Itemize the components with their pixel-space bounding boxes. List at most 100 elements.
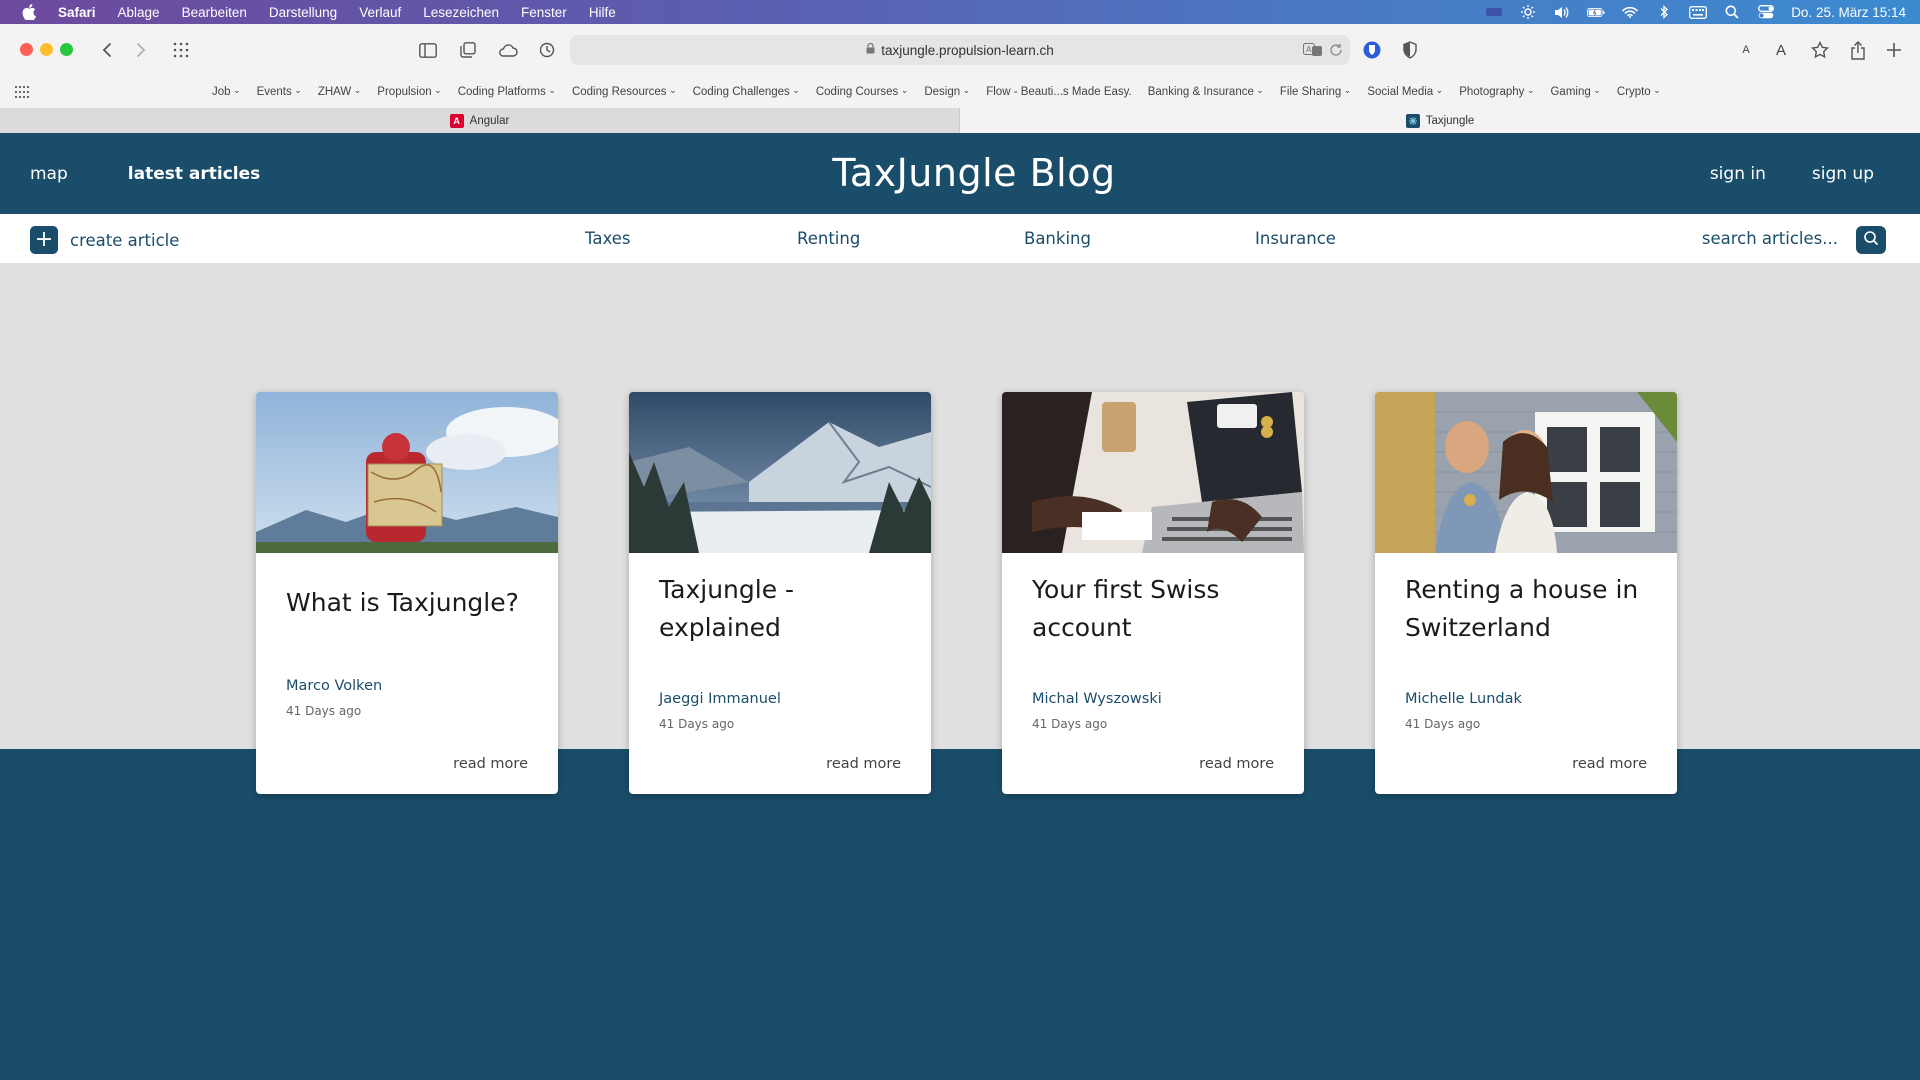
bookmark-star-icon[interactable] (1808, 38, 1832, 62)
category-insurance[interactable]: Insurance (1255, 214, 1336, 263)
category-taxes[interactable]: Taxes (585, 214, 630, 263)
bookmarks-bar: Job Events ZHAW Propulsion Coding Platfo… (0, 76, 1920, 108)
article-image-couple-house[interactable] (1375, 392, 1677, 553)
keyboard-icon[interactable] (1689, 5, 1708, 19)
search-icon[interactable] (1723, 5, 1741, 19)
sign-up-link[interactable]: sign up (1812, 164, 1874, 184)
article-author[interactable]: Marco Volken (286, 678, 382, 694)
bookmarks-grid-icon[interactable] (15, 86, 29, 98)
article-date: 41 Days ago (286, 704, 362, 718)
menubar-clock[interactable]: Do. 25. März 15:14 (1791, 5, 1906, 20)
bookmark-folder-job[interactable]: Job (212, 86, 241, 98)
tab-taxjungle[interactable]: Taxjungle (960, 108, 1920, 133)
category-banking[interactable]: Banking (1024, 214, 1091, 263)
tab-group-icon[interactable] (456, 38, 480, 62)
read-more-link[interactable]: read more (453, 756, 528, 772)
tabs-overview-icon[interactable] (169, 38, 193, 62)
text-smaller-icon[interactable]: A (1734, 38, 1758, 62)
zoom-window-button[interactable] (60, 43, 73, 56)
lock-icon (866, 42, 875, 57)
bookmark-folder-zhaw[interactable]: ZHAW (318, 86, 361, 98)
share-icon[interactable] (1846, 38, 1870, 62)
bookmark-folder-coding-courses[interactable]: Coding Courses (816, 86, 909, 98)
category-renting[interactable]: Renting (797, 214, 860, 263)
menu-hilfe[interactable]: Hilfe (589, 5, 616, 20)
article-image-laptop-bank[interactable] (1002, 392, 1304, 553)
menu-app-safari[interactable]: Safari (58, 5, 96, 20)
text-larger-icon[interactable]: A (1769, 38, 1793, 62)
category-nav: + create article Taxes Renting Banking I… (0, 214, 1920, 263)
translate-icon[interactable]: A (1303, 41, 1323, 59)
bookmark-folder-propulsion[interactable]: Propulsion (377, 86, 441, 98)
battery-icon[interactable] (1587, 5, 1605, 19)
search-button[interactable] (1856, 226, 1886, 254)
icloud-icon[interactable] (496, 38, 520, 62)
article-card[interactable]: Renting a house in Switzerland Michelle … (1375, 392, 1677, 794)
menu-darstellung[interactable]: Darstellung (269, 5, 337, 20)
search-icon (1863, 230, 1879, 250)
create-article-button[interactable]: + create article (30, 226, 179, 254)
tab-angular[interactable]: A Angular (0, 108, 960, 133)
sidebar-icon[interactable] (416, 38, 440, 62)
footer-area (0, 749, 1920, 1080)
read-more-link[interactable]: read more (826, 756, 901, 772)
article-title[interactable]: Your first Swiss account (1032, 571, 1282, 647)
article-image-snowy-lake[interactable] (629, 392, 931, 553)
read-more-link[interactable]: read more (1199, 756, 1274, 772)
bookmark-folder-coding-challenges[interactable]: Coding Challenges (693, 86, 800, 98)
bitwarden-icon[interactable] (1360, 38, 1384, 62)
article-card[interactable]: Your first Swiss account Michal Wyszowsk… (1002, 392, 1304, 794)
bookmark-flow[interactable]: Flow - Beauti...s Made Easy. (986, 86, 1132, 98)
history-icon[interactable] (535, 38, 559, 62)
menu-lesezeichen[interactable]: Lesezeichen (423, 5, 499, 20)
brightness-icon[interactable] (1519, 5, 1537, 19)
search-articles-input[interactable]: search articles... (1702, 214, 1838, 263)
article-title[interactable]: What is Taxjungle? (286, 584, 536, 622)
menu-fenster[interactable]: Fenster (521, 5, 567, 20)
bookmark-folder-gaming[interactable]: Gaming (1550, 86, 1600, 98)
new-tab-icon[interactable] (1882, 38, 1906, 62)
bookmark-folder-crypto[interactable]: Crypto (1617, 86, 1661, 98)
bookmark-folder-design[interactable]: Design (924, 86, 970, 98)
menu-verlauf[interactable]: Verlauf (359, 5, 401, 20)
apple-icon[interactable] (18, 0, 40, 24)
control-center-icon[interactable] (1757, 5, 1775, 19)
article-author[interactable]: Michal Wyszowski (1032, 691, 1162, 707)
article-author[interactable]: Jaeggi Immanuel (659, 691, 781, 707)
menu-bearbeiten[interactable]: Bearbeiten (182, 5, 247, 20)
article-author[interactable]: Michelle Lundak (1405, 691, 1522, 707)
article-title[interactable]: Taxjungle - explained (659, 571, 909, 647)
close-window-button[interactable] (20, 43, 33, 56)
bookmark-folder-photography[interactable]: Photography (1459, 86, 1534, 98)
tab-label: Angular (469, 114, 510, 127)
article-image-map-hiker[interactable] (256, 392, 558, 553)
read-more-link[interactable]: read more (1572, 756, 1647, 772)
back-icon[interactable] (95, 38, 119, 62)
bookmark-folder-events[interactable]: Events (257, 86, 302, 98)
forward-icon[interactable] (129, 38, 153, 62)
article-card[interactable]: Taxjungle - explained Jaeggi Immanuel 41… (629, 392, 931, 794)
bookmark-folder-coding-platforms[interactable]: Coding Platforms (458, 86, 556, 98)
site-title[interactable]: TaxJungle Blog (0, 151, 1920, 195)
browser-toolbar: taxjungle.propulsion-learn.ch A A A (0, 24, 1920, 76)
bookmark-folder-coding-resources[interactable]: Coding Resources (572, 86, 677, 98)
sign-in-link[interactable]: sign in (1710, 164, 1766, 184)
reload-icon[interactable] (1327, 41, 1345, 59)
menubar-extra-icon[interactable] (1485, 5, 1503, 19)
menu-ablage[interactable]: Ablage (118, 5, 160, 20)
bookmark-folder-file-sharing[interactable]: File Sharing (1280, 86, 1351, 98)
article-title[interactable]: Renting a house in Switzerland (1405, 571, 1655, 647)
article-card[interactable]: What is Taxjungle? Marco Volken 41 Days … (256, 392, 558, 794)
minimize-window-button[interactable] (40, 43, 53, 56)
menubar-status-area: Do. 25. März 15:14 (1485, 0, 1906, 24)
bluetooth-icon[interactable] (1655, 5, 1673, 19)
volume-icon[interactable] (1553, 5, 1571, 19)
bookmark-folder-banking-insurance[interactable]: Banking & Insurance (1148, 86, 1264, 98)
address-bar[interactable]: taxjungle.propulsion-learn.ch (570, 35, 1350, 65)
bookmark-folder-social-media[interactable]: Social Media (1367, 86, 1443, 98)
privacy-shield-icon[interactable] (1398, 38, 1422, 62)
wifi-icon[interactable] (1621, 5, 1639, 19)
url-text[interactable]: taxjungle.propulsion-learn.ch (881, 43, 1054, 58)
svg-text:A: A (1306, 45, 1312, 54)
tab-label: Taxjungle (1425, 114, 1475, 127)
